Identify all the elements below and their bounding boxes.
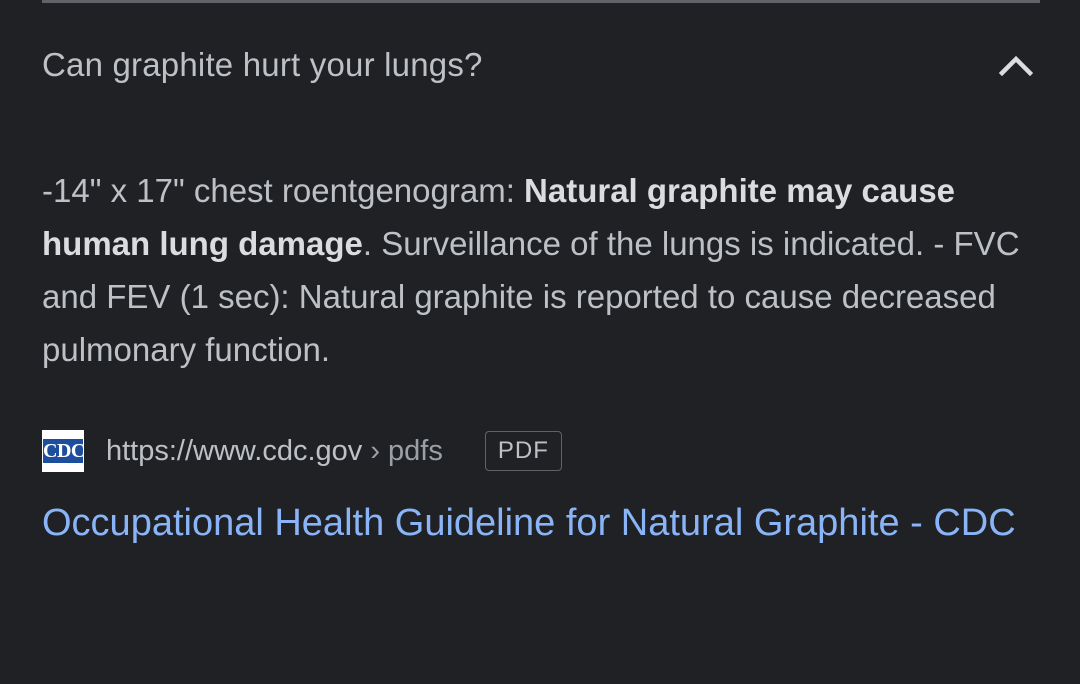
source-row[interactable]: CDC https://www.cdc.gov › pdfs PDF [42, 428, 562, 474]
chevron-up-icon[interactable] [996, 45, 1036, 85]
cdc-favicon-icon: CDC [42, 430, 85, 472]
source-url-domain: https://www.cdc.gov [106, 434, 363, 467]
faq-question-text: Can graphite hurt your lungs? [42, 46, 483, 83]
pdf-badge: PDF [484, 431, 562, 471]
faq-question-toggle[interactable]: Can graphite hurt your lungs? [42, 20, 1040, 110]
faq-answer: -14" x 17" chest roentgenogram: Natural … [42, 164, 1042, 376]
source-breadcrumb: › pdfs [362, 434, 443, 467]
source-url[interactable]: https://www.cdc.gov › pdfs [106, 435, 443, 468]
answer-text-start: -14" x 17" chest roentgenogram: [42, 172, 525, 209]
top-divider [42, 0, 1040, 3]
favicon-label: CDC [43, 439, 85, 463]
result-title-link[interactable]: Occupational Health Guideline for Natura… [42, 490, 1042, 556]
